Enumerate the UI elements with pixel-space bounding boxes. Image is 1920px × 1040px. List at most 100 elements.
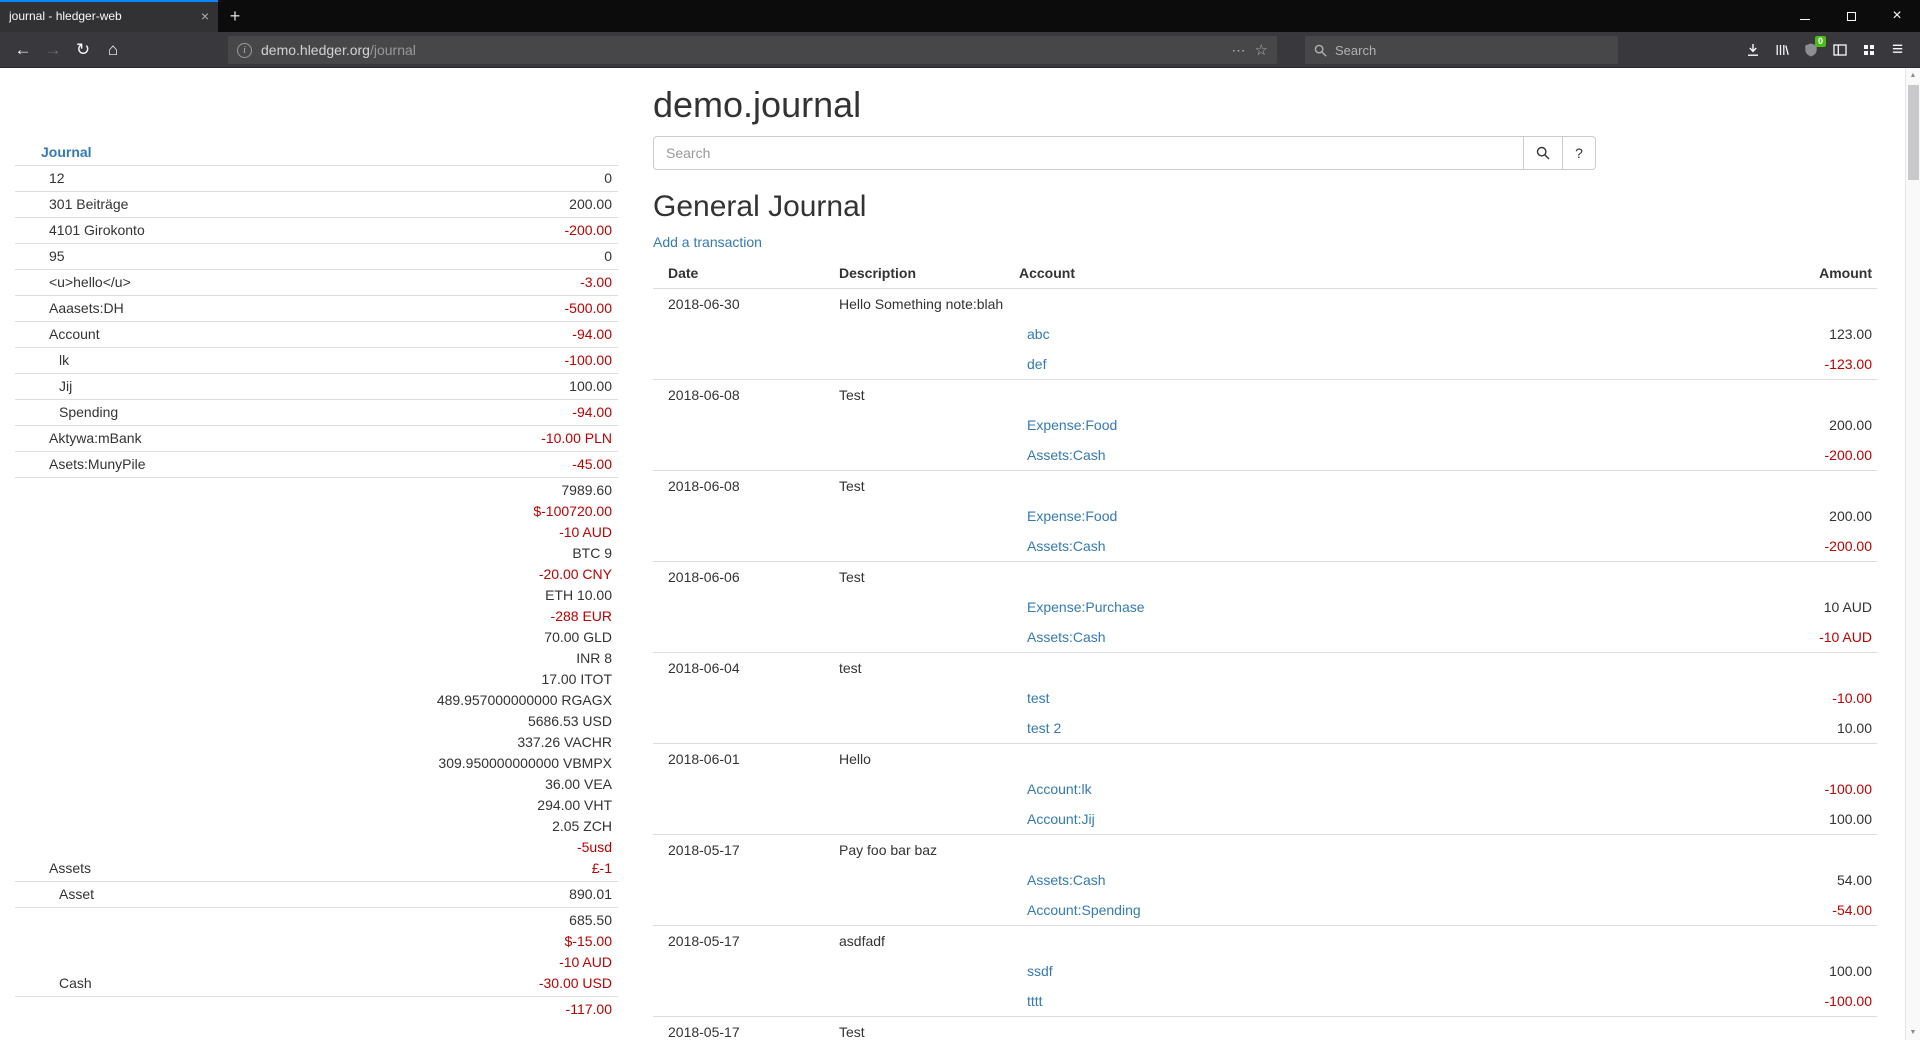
sidebar-account-row: <u>hello</u>-3.00 xyxy=(15,270,618,296)
account-name-link[interactable]: 301 Beiträge xyxy=(15,192,269,218)
browser-window: journal - hledger-web × + × ← → ↻ ⌂ i de… xyxy=(0,0,1920,1040)
posting-amount: -200.00 xyxy=(1657,440,1877,471)
add-transaction-link[interactable]: Add a transaction xyxy=(653,234,762,250)
posting-account-link[interactable]: tttt xyxy=(1027,993,1043,1009)
posting-row: Expense:Food200.00 xyxy=(653,410,1877,440)
transaction-date: 2018-05-17 xyxy=(653,835,834,866)
account-name-link[interactable]: Asset xyxy=(15,882,269,908)
site-info-icon[interactable]: i xyxy=(237,43,252,58)
scroll-down-icon[interactable]: ▼ xyxy=(1906,1025,1920,1040)
balance-amount: -20.00 CNY xyxy=(275,564,612,585)
transaction-row[interactable]: 2018-05-17asdfadf xyxy=(653,926,1877,957)
transaction-description: Test xyxy=(834,380,1877,411)
balance-amount: 294.00 VHT xyxy=(275,795,612,816)
posting-account-link[interactable]: Assets:Cash xyxy=(1027,629,1106,645)
account-name-link[interactable]: 12 xyxy=(15,166,269,192)
posting-account-link[interactable]: Assets:Cash xyxy=(1027,447,1106,463)
downloads-button[interactable] xyxy=(1738,36,1767,64)
new-tab-button[interactable]: + xyxy=(218,0,252,32)
transaction-row[interactable]: 2018-06-01Hello xyxy=(653,744,1877,775)
search-help-button[interactable]: ? xyxy=(1563,136,1596,170)
transaction-row[interactable]: 2018-06-08Test xyxy=(653,380,1877,411)
posting-account-link[interactable]: abc xyxy=(1027,326,1050,342)
sidebar-account-row: 120 xyxy=(15,166,618,192)
transaction-row[interactable]: 2018-05-17Pay foo bar baz xyxy=(653,835,1877,866)
account-balance: 100.00 xyxy=(269,374,618,400)
posting-account-link[interactable]: ssdf xyxy=(1027,963,1053,979)
account-name-link[interactable]: Jij xyxy=(15,374,269,400)
journal-search-button[interactable] xyxy=(1524,136,1563,170)
account-name-link[interactable]: 4101 Girokonto xyxy=(15,218,269,244)
library-button[interactable] xyxy=(1767,36,1796,64)
posting-account-link[interactable]: Assets:Cash xyxy=(1027,538,1106,554)
account-name-link[interactable] xyxy=(15,997,269,1023)
posting-row: Expense:Food200.00 xyxy=(653,501,1877,531)
reload-button[interactable]: ↻ xyxy=(68,36,98,64)
browser-tab[interactable]: journal - hledger-web × xyxy=(0,0,218,32)
account-name-link[interactable]: <u>hello</u> xyxy=(15,270,269,296)
balance-amount: INR 8 xyxy=(275,648,612,669)
posting-account-link[interactable]: Account:Spending xyxy=(1027,902,1141,918)
balance-amount: £-1 xyxy=(275,858,612,879)
search-icon xyxy=(1536,146,1550,160)
journal-nav-link[interactable]: Journal xyxy=(41,144,92,160)
posting-row: Assets:Cash -200.00 xyxy=(653,440,1877,471)
account-balance: -3.00 xyxy=(269,270,618,296)
transaction-description: Pay foo bar baz xyxy=(834,835,1877,866)
tab-close-icon[interactable]: × xyxy=(201,9,209,23)
transaction-row[interactable]: 2018-05-17Test xyxy=(653,1017,1877,1040)
sidebar-account-row: Asset890.01 xyxy=(15,882,618,908)
apps-grid-button[interactable] xyxy=(1854,36,1883,64)
account-name-link[interactable]: Spending xyxy=(15,400,269,426)
scroll-up-icon[interactable]: ▲ xyxy=(1906,68,1920,83)
balance-amount: -10.00 PLN xyxy=(275,428,612,449)
page-title: demo.journal xyxy=(653,84,1877,126)
sidebar-account-row: Asets:MunyPile-45.00 xyxy=(15,452,618,478)
page-scrollbar[interactable]: ▲ ▼ xyxy=(1905,68,1920,1040)
home-button[interactable]: ⌂ xyxy=(98,36,128,64)
transaction-row[interactable]: 2018-06-30Hello Something note:blah xyxy=(653,289,1877,320)
browser-search-box[interactable]: Search xyxy=(1305,36,1618,64)
close-button[interactable]: × xyxy=(1874,0,1920,32)
account-name-link[interactable]: lk xyxy=(15,348,269,374)
posting-row: test 210.00 xyxy=(653,713,1877,744)
transaction-date: 2018-06-04 xyxy=(653,653,834,684)
transaction-date: 2018-06-08 xyxy=(653,380,834,411)
account-name-link[interactable]: Aktywa:mBank xyxy=(15,426,269,452)
sidebar-account-row: Aaasets:DH-500.00 xyxy=(15,296,618,322)
journal-search-input[interactable] xyxy=(653,136,1524,170)
posting-account-link[interactable]: Account:Jij xyxy=(1027,811,1095,827)
transaction-description: Test xyxy=(834,562,1877,593)
transaction-row[interactable]: 2018-06-08Test xyxy=(653,471,1877,502)
posting-account-link[interactable]: Assets:Cash xyxy=(1027,872,1106,888)
adblock-extension-button[interactable]: 0 xyxy=(1796,36,1825,64)
posting-account-link[interactable]: Expense:Food xyxy=(1027,508,1117,524)
posting-account-link[interactable]: Account:lk xyxy=(1027,781,1092,797)
posting-account-link[interactable]: test xyxy=(1027,690,1050,706)
account-balance: 685.50$-15.00-10 AUD-30.00 USD xyxy=(269,908,618,997)
back-button[interactable]: ← xyxy=(8,36,38,64)
maximize-button[interactable] xyxy=(1828,0,1874,32)
account-name-link[interactable]: Cash xyxy=(15,908,269,997)
transaction-row[interactable]: 2018-06-04test xyxy=(653,653,1877,684)
account-name-link[interactable]: Account xyxy=(15,322,269,348)
url-bar[interactable]: i demo.hledger.org/journal ⋯ ☆ xyxy=(228,36,1277,64)
forward-button[interactable]: → xyxy=(38,36,68,64)
sidebars-button[interactable] xyxy=(1825,36,1854,64)
account-balance: 200.00 xyxy=(269,192,618,218)
menu-button[interactable]: ≡ xyxy=(1883,36,1912,64)
scrollbar-thumb[interactable] xyxy=(1908,85,1919,180)
page-actions-icon[interactable]: ⋯ xyxy=(1232,42,1246,59)
transaction-row[interactable]: 2018-06-06Test xyxy=(653,562,1877,593)
minimize-button[interactable] xyxy=(1782,0,1828,32)
account-name-link[interactable]: Assets xyxy=(15,478,269,882)
account-name-link[interactable]: Asets:MunyPile xyxy=(15,452,269,478)
posting-account-link[interactable]: test 2 xyxy=(1027,720,1061,736)
transaction-date: 2018-06-08 xyxy=(653,471,834,502)
posting-account-link[interactable]: Expense:Food xyxy=(1027,417,1117,433)
posting-account-link[interactable]: Expense:Purchase xyxy=(1027,599,1145,615)
bookmark-star-icon[interactable]: ☆ xyxy=(1255,41,1268,59)
posting-account-link[interactable]: def xyxy=(1027,356,1046,372)
account-name-link[interactable]: 95 xyxy=(15,244,269,270)
account-name-link[interactable]: Aaasets:DH xyxy=(15,296,269,322)
